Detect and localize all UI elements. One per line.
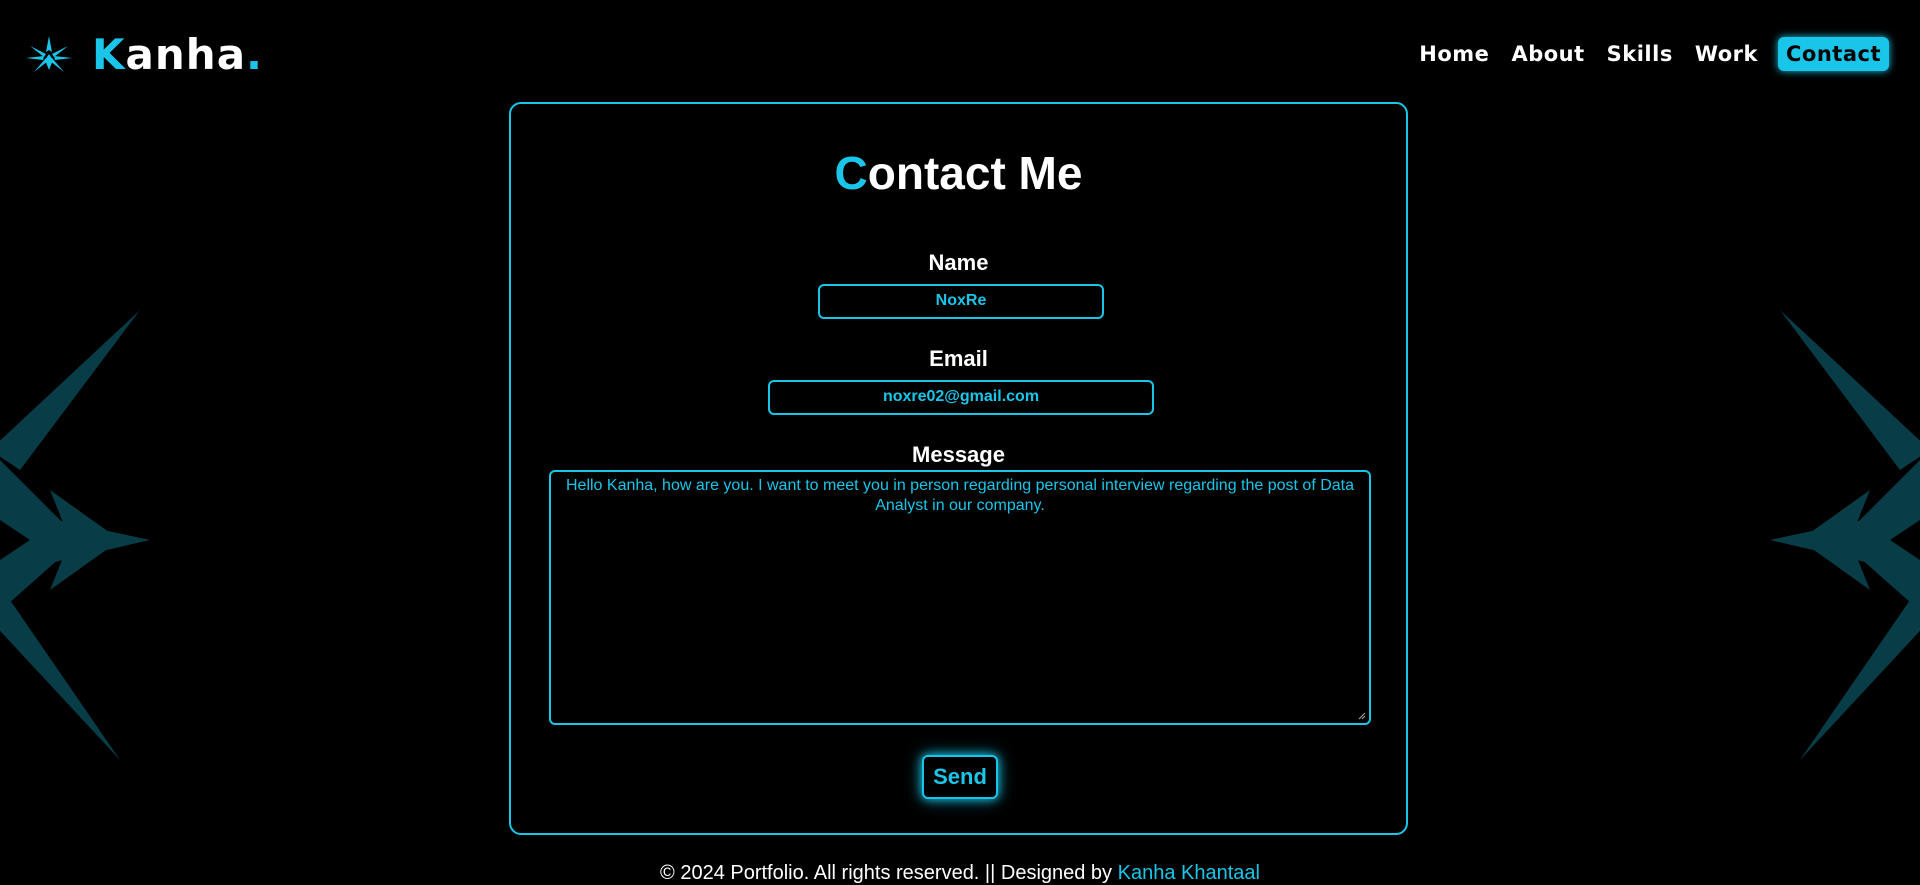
name-field[interactable]: NoxRe: [818, 284, 1104, 319]
title-initial: C: [834, 147, 868, 199]
email-label: Email: [929, 346, 988, 371]
nav-work[interactable]: Work: [1693, 38, 1760, 70]
site-header: Kanha. Home About Skills Work Contact: [0, 0, 1920, 100]
title-rest: ontact Me: [867, 147, 1083, 199]
message-label: Message: [912, 442, 1005, 467]
resize-handle-icon[interactable]: [1358, 712, 1366, 720]
nav-home[interactable]: Home: [1417, 38, 1491, 70]
footer-text: © 2024 Portfolio. All rights reserved. |…: [660, 862, 1118, 884]
message-text: Hello Kanha, how are you. I want to meet…: [565, 477, 1354, 514]
logo-dot: .: [246, 30, 263, 79]
nav-about[interactable]: About: [1509, 38, 1586, 70]
decorative-emblem-right-icon: [1770, 310, 1920, 760]
logo[interactable]: Kanha.: [24, 30, 263, 80]
site-footer: © 2024 Portfolio. All rights reserved. |…: [0, 862, 1920, 885]
contact-card: Contact Me Name NoxRe Email noxre02@gmai…: [509, 102, 1408, 835]
email-field[interactable]: noxre02@gmail.com: [768, 380, 1154, 415]
nav-contact[interactable]: Contact: [1778, 37, 1889, 71]
message-field[interactable]: Hello Kanha, how are you. I want to meet…: [549, 470, 1371, 725]
logo-rest: anha: [125, 30, 247, 79]
footer-author-link[interactable]: Kanha Khantaal: [1118, 862, 1260, 884]
nav-skills[interactable]: Skills: [1605, 38, 1675, 70]
decorative-emblem-left-icon: [0, 310, 150, 760]
name-label: Name: [928, 250, 989, 275]
send-button[interactable]: Send: [922, 755, 998, 799]
page-title: Contact Me: [511, 146, 1406, 200]
page: Kanha. Home About Skills Work Contact Co…: [0, 0, 1920, 885]
spiky-emblem-icon: [26, 36, 72, 72]
main-nav: Home About Skills Work Contact: [1417, 37, 1889, 71]
logo-initial: K: [92, 30, 126, 79]
logo-text: Kanha.: [92, 34, 263, 76]
